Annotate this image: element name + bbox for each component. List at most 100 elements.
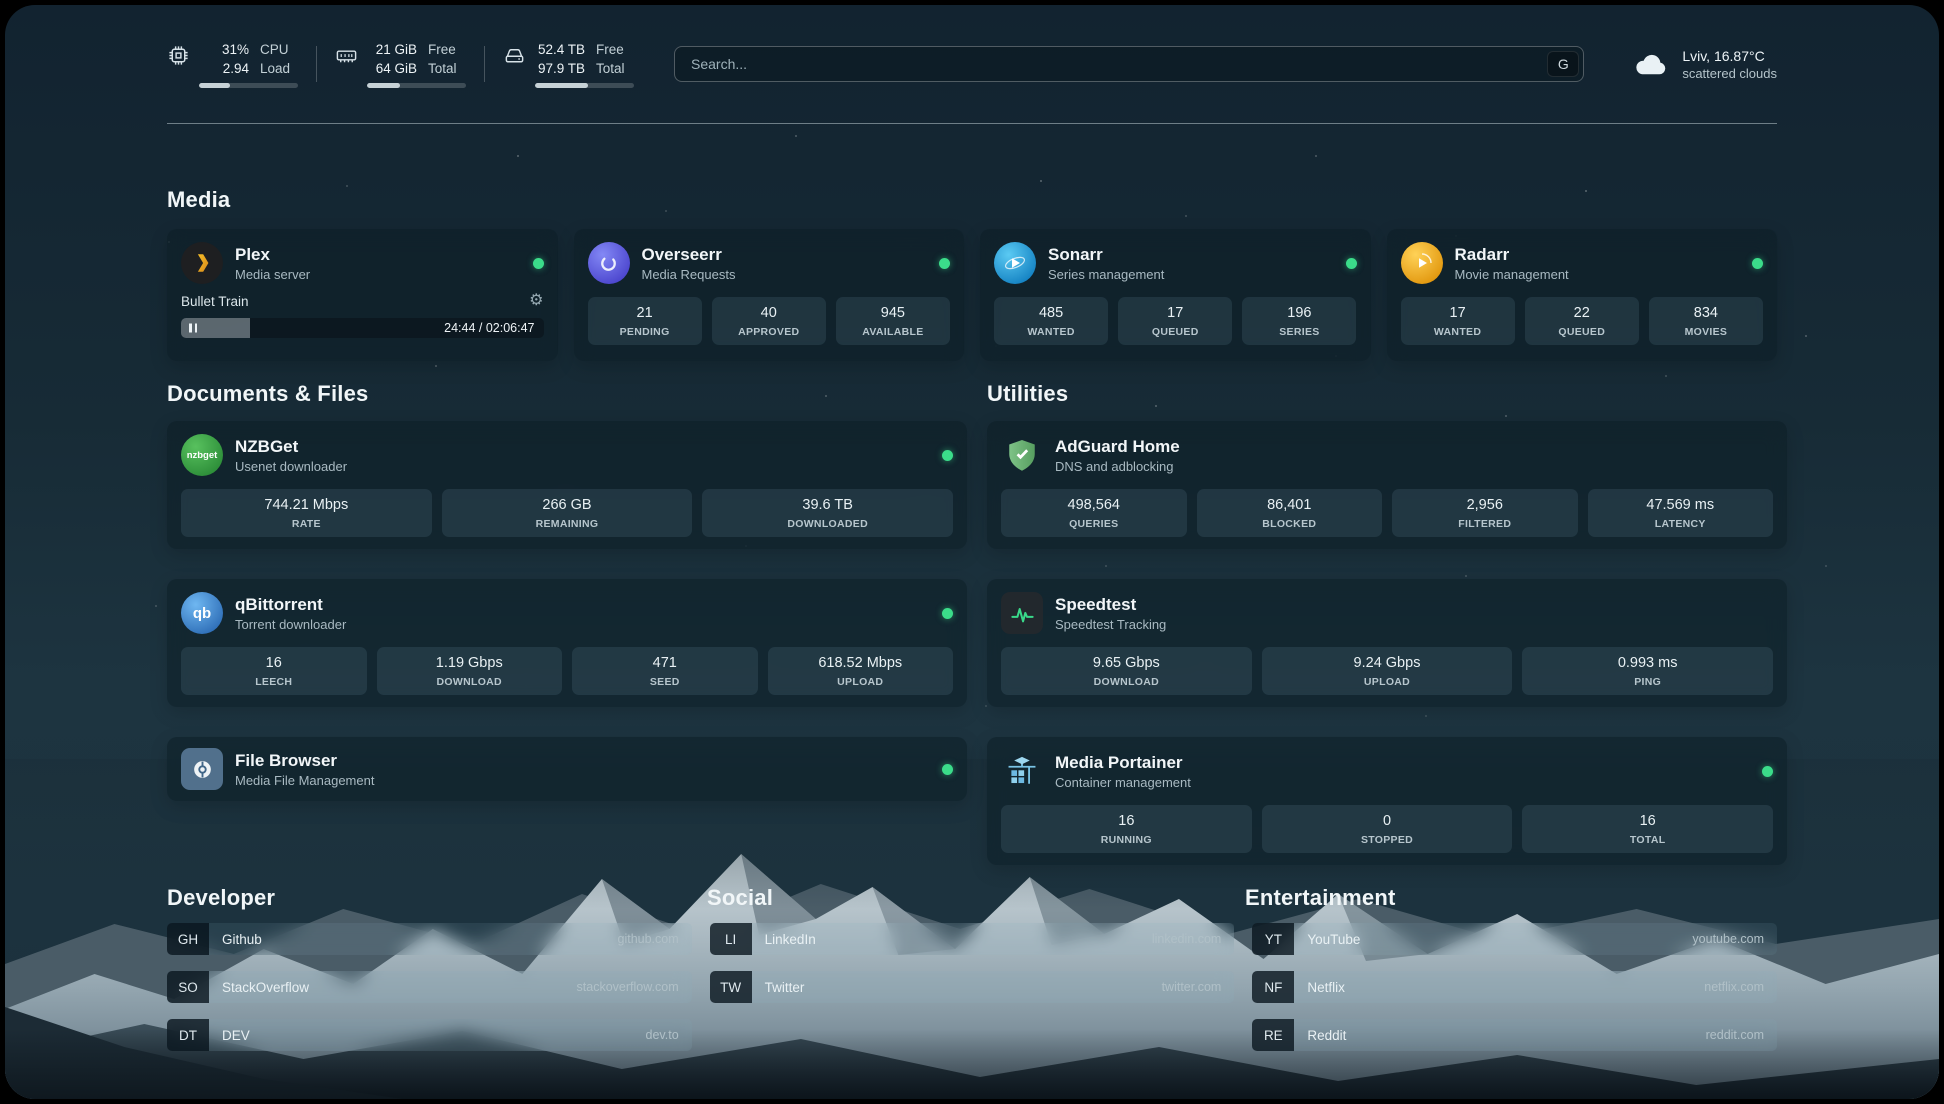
service-card-plex[interactable]: Plex Media server Bullet Train ⚙ 24:44 /… [167, 229, 558, 361]
service-card-adguard[interactable]: AdGuard Home DNS and adblocking 498,564Q… [987, 421, 1787, 549]
top-bar: 31% 2.94 CPU Load [167, 33, 1777, 95]
status-dot [1752, 258, 1763, 269]
stat-box: 16TOTAL [1522, 805, 1773, 853]
bookmark-abbr: RE [1252, 1019, 1294, 1051]
cpu-usage-bar [199, 83, 298, 88]
service-description: Movie management [1455, 267, 1569, 282]
bookmark-domain: stackoverflow.com [577, 971, 692, 1003]
service-card-qbittorrent[interactable]: qb qBittorrent Torrent downloader 16LEEC… [167, 579, 967, 707]
ram-total-label: Total [428, 59, 457, 78]
stat-box: 39.6 TBDOWNLOADED [702, 489, 953, 537]
weather-widget: Lviv, 16.87°C scattered clouds [1632, 45, 1777, 83]
bookmark-abbr: NF [1252, 971, 1294, 1003]
divider [484, 46, 485, 82]
bookmark-domain: twitter.com [1162, 971, 1235, 1003]
bookmark-abbr: GH [167, 923, 209, 955]
section-title-social: Social [707, 885, 773, 911]
bookmark-youtube[interactable]: YT YouTube youtube.com [1252, 923, 1777, 955]
search-input[interactable] [674, 46, 1584, 82]
stat-box: 9.24 GbpsUPLOAD [1262, 647, 1513, 695]
stat-box: 2,956FILTERED [1392, 489, 1578, 537]
portainer-icon [1001, 750, 1043, 792]
bookmark-dev[interactable]: DT DEV dev.to [167, 1019, 692, 1051]
section-title-developer: Developer [167, 885, 275, 911]
disk-usage-bar [535, 83, 634, 88]
bookmark-name: Netflix [1294, 971, 1345, 1003]
service-name: File Browser [235, 751, 374, 771]
service-card-overseerr[interactable]: Overseerr Media Requests 21PENDING 40APP… [574, 229, 965, 361]
bookmark-name: Reddit [1294, 1019, 1346, 1051]
service-card-speedtest[interactable]: Speedtest Speedtest Tracking 9.65 GbpsDO… [987, 579, 1787, 707]
bookmark-name: Twitter [752, 971, 805, 1003]
gear-icon[interactable]: ⚙ [529, 293, 543, 309]
service-card-portainer[interactable]: Media Portainer Container management 16R… [987, 737, 1787, 865]
service-card-nzbget[interactable]: nzbget NZBGet Usenet downloader 744.21 M… [167, 421, 967, 549]
media-grid: Plex Media server Bullet Train ⚙ 24:44 /… [167, 229, 1777, 361]
playback-time: 24:44 / 02:06:47 [444, 321, 534, 335]
cpu-chip-icon [167, 44, 190, 67]
status-dot [1762, 766, 1773, 777]
bookmark-abbr: SO [167, 971, 209, 1003]
playback-progress-bar[interactable]: 24:44 / 02:06:47 [181, 318, 544, 338]
pause-icon[interactable] [189, 324, 197, 333]
service-name: Speedtest [1055, 595, 1166, 615]
bookmark-abbr: LI [710, 923, 752, 955]
memory-icon [335, 44, 358, 67]
bookmark-linkedin[interactable]: LI LinkedIn linkedin.com [710, 923, 1235, 955]
service-description: Media Requests [642, 267, 736, 282]
bookmark-domain: youtube.com [1692, 923, 1777, 955]
status-dot [533, 258, 544, 269]
service-description: DNS and adblocking [1055, 459, 1180, 474]
service-card-sonarr[interactable]: Sonarr Series management 485WANTED 17QUE… [980, 229, 1371, 361]
search-provider-button[interactable]: G [1547, 51, 1579, 77]
section-title-utilities: Utilities [987, 381, 1068, 407]
documents-column: nzbget NZBGet Usenet downloader 744.21 M… [167, 421, 967, 801]
bookmark-domain: dev.to [646, 1019, 692, 1051]
bookmark-name: Github [209, 923, 262, 955]
ram-free-label: Free [428, 40, 457, 59]
service-card-radarr[interactable]: Radarr Movie management 17WANTED 22QUEUE… [1387, 229, 1778, 361]
bookmark-twitter[interactable]: TW Twitter twitter.com [710, 971, 1235, 1003]
ram-total-value: 64 GiB [367, 59, 417, 78]
cpu-load-label: Load [260, 59, 290, 78]
cloud-icon [1632, 45, 1670, 83]
stat-box: 196SERIES [1242, 297, 1356, 345]
status-dot [939, 258, 950, 269]
stat-box: 17WANTED [1401, 297, 1515, 345]
stat-box: 47.569 msLATENCY [1588, 489, 1774, 537]
stat-box: 17QUEUED [1118, 297, 1232, 345]
now-playing-title: Bullet Train [181, 294, 249, 309]
adguard-icon [1001, 434, 1043, 476]
service-description: Series management [1048, 267, 1164, 282]
bookmark-reddit[interactable]: RE Reddit reddit.com [1252, 1019, 1777, 1051]
qbittorrent-icon: qb [181, 592, 223, 634]
stat-box: 16LEECH [181, 647, 367, 695]
disk-total-label: Total [596, 59, 625, 78]
dashboard: 31% 2.94 CPU Load [5, 5, 1939, 1099]
service-card-filebrowser[interactable]: File Browser Media File Management [167, 737, 967, 801]
service-name: Radarr [1455, 245, 1569, 265]
service-description: Media server [235, 267, 310, 282]
bookmark-name: StackOverflow [209, 971, 309, 1003]
status-dot [1346, 258, 1357, 269]
bookmark-netflix[interactable]: NF Netflix netflix.com [1252, 971, 1777, 1003]
bookmark-github[interactable]: GH Github github.com [167, 923, 692, 955]
bookmark-domain: reddit.com [1706, 1019, 1777, 1051]
service-name: Overseerr [642, 245, 736, 265]
service-name: qBittorrent [235, 595, 346, 615]
search-bar: G [674, 46, 1584, 82]
status-dot [942, 764, 953, 775]
bookmark-domain: netflix.com [1704, 971, 1777, 1003]
stat-box: 1.19 GbpsDOWNLOAD [377, 647, 563, 695]
radarr-icon [1401, 242, 1443, 284]
divider [316, 46, 317, 82]
stat-box: 40APPROVED [712, 297, 826, 345]
bookmarks-developer: GH Github github.com SO StackOverflow st… [167, 923, 692, 1051]
bookmark-domain: linkedin.com [1152, 923, 1234, 955]
bookmark-stackoverflow[interactable]: SO StackOverflow stackoverflow.com [167, 971, 692, 1003]
disk-total-value: 97.9 TB [535, 59, 585, 78]
bookmark-name: YouTube [1294, 923, 1360, 955]
stat-box: 0STOPPED [1262, 805, 1513, 853]
service-name: Media Portainer [1055, 753, 1191, 773]
stat-box: 86,401BLOCKED [1197, 489, 1383, 537]
